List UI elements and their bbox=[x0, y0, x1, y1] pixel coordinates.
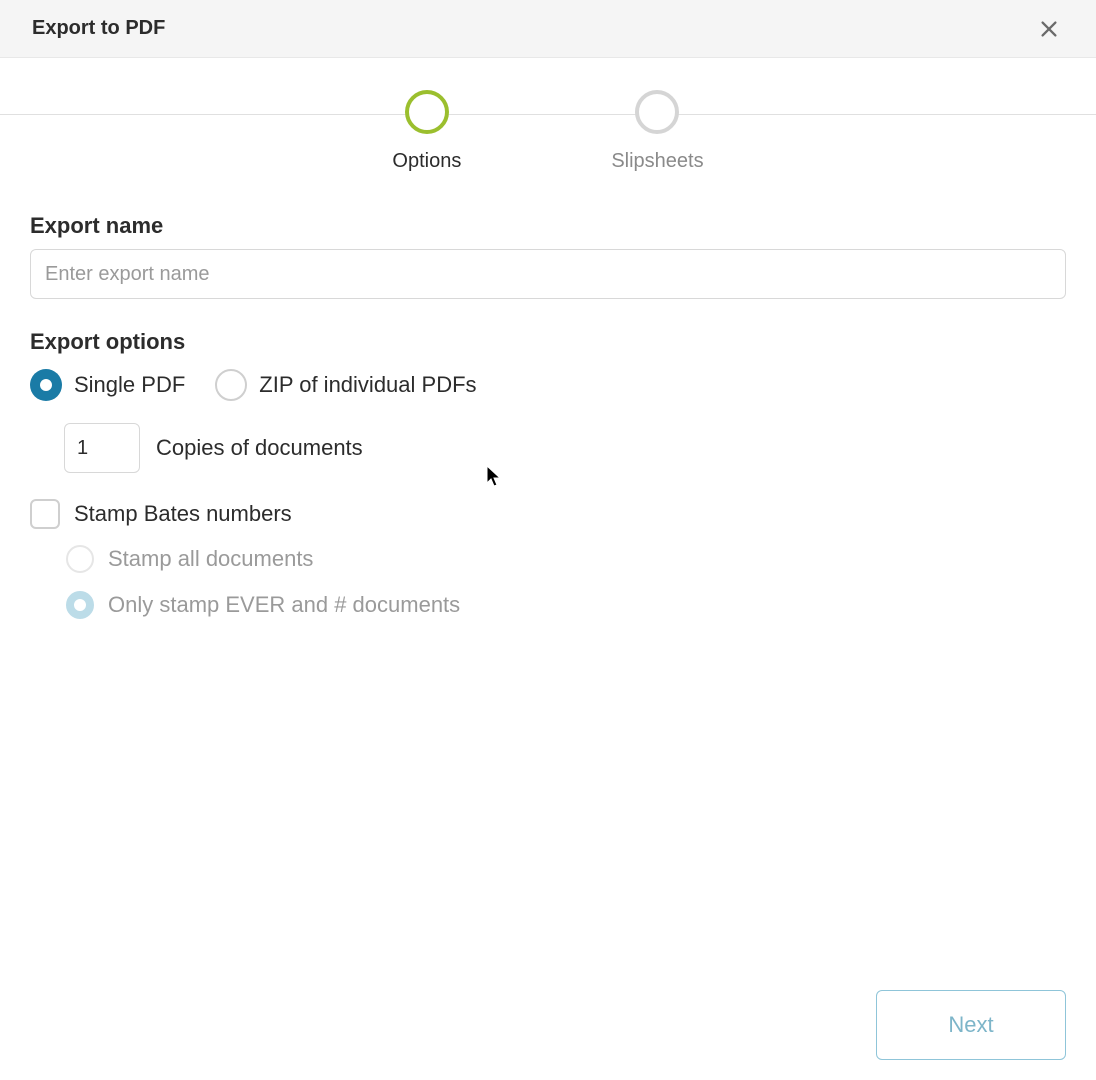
step-label: Slipsheets bbox=[611, 150, 703, 173]
export-options-section: Export options Single PDF ZIP of individ… bbox=[30, 329, 1066, 619]
radio-label: Stamp all documents bbox=[108, 546, 313, 572]
stamp-bates-suboptions: Stamp all documents Only stamp EVER and … bbox=[66, 545, 1066, 619]
close-icon bbox=[1038, 18, 1060, 40]
radio-stamp-ever[interactable]: Only stamp EVER and # documents bbox=[66, 591, 1066, 619]
stamp-bates-checkbox[interactable]: Stamp Bates numbers bbox=[30, 499, 1066, 529]
radio-label: Only stamp EVER and # documents bbox=[108, 592, 460, 618]
checkbox-label: Stamp Bates numbers bbox=[74, 501, 292, 527]
copies-input[interactable] bbox=[64, 423, 140, 473]
pdf-type-radio-group: Single PDF ZIP of individual PDFs bbox=[30, 369, 1066, 401]
radio-icon bbox=[30, 369, 62, 401]
radio-zip-pdfs[interactable]: ZIP of individual PDFs bbox=[215, 369, 476, 401]
dialog-title: Export to PDF bbox=[32, 17, 165, 40]
copies-label: Copies of documents bbox=[156, 435, 363, 461]
close-button[interactable] bbox=[1034, 14, 1064, 44]
radio-single-pdf[interactable]: Single PDF bbox=[30, 369, 185, 401]
copies-row: Copies of documents bbox=[64, 423, 1066, 473]
radio-stamp-all[interactable]: Stamp all documents bbox=[66, 545, 1066, 573]
dialog-content: Export name Export options Single PDF ZI… bbox=[0, 185, 1096, 639]
dialog-footer: Next bbox=[876, 990, 1066, 1060]
next-button[interactable]: Next bbox=[876, 990, 1066, 1060]
radio-icon bbox=[215, 369, 247, 401]
export-options-label: Export options bbox=[30, 329, 1066, 355]
dialog-header: Export to PDF bbox=[0, 0, 1096, 58]
radio-label: Single PDF bbox=[74, 372, 185, 398]
step-circle-icon bbox=[405, 90, 449, 134]
step-slipsheets[interactable]: Slipsheets bbox=[611, 90, 703, 173]
radio-icon bbox=[66, 545, 94, 573]
step-options[interactable]: Options bbox=[392, 90, 461, 173]
step-label: Options bbox=[392, 150, 461, 173]
export-name-input[interactable] bbox=[30, 249, 1066, 299]
radio-icon bbox=[66, 591, 94, 619]
checkbox-icon bbox=[30, 499, 60, 529]
export-name-label: Export name bbox=[30, 213, 1066, 239]
stepper: Options Slipsheets bbox=[0, 58, 1096, 185]
step-circle-icon bbox=[635, 90, 679, 134]
radio-label: ZIP of individual PDFs bbox=[259, 372, 476, 398]
